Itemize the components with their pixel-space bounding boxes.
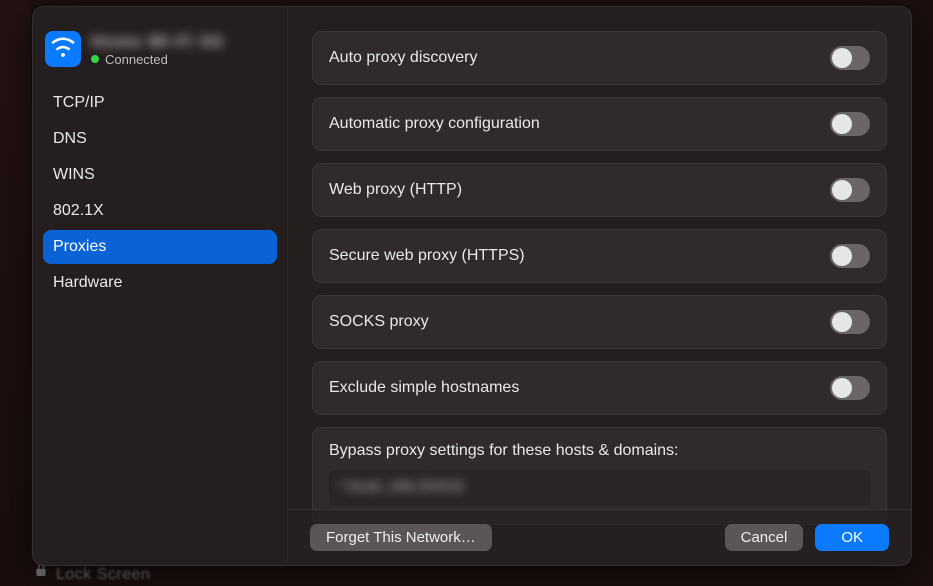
toggle-automatic-proxy-config[interactable] [830,112,870,136]
sidebar: Home Wi-Fi 5G Connected TCP/IP DNS WINS … [33,7,288,565]
row-web-proxy-http: Web proxy (HTTP) [312,163,887,217]
status-label: Connected [105,52,168,67]
toggle-knob-icon [832,378,852,398]
toggle-secure-web-proxy-https[interactable] [830,244,870,268]
row-automatic-proxy-config: Automatic proxy configuration [312,97,887,151]
network-status: Connected [91,52,225,67]
toggle-knob-icon [832,246,852,266]
row-auto-proxy-discovery: Auto proxy discovery [312,31,887,85]
row-label: Web proxy (HTTP) [329,181,462,199]
sidebar-item-proxies[interactable]: Proxies [43,230,277,264]
wifi-icon [45,31,81,67]
toggle-socks-proxy[interactable] [830,310,870,334]
proxy-rows: Auto proxy discovery Automatic proxy con… [312,31,887,525]
background-lock-screen-label: Lock Screen [56,566,150,584]
network-name: Home Wi-Fi 5G [91,32,225,52]
toggle-knob-icon [832,312,852,332]
bypass-label: Bypass proxy settings for these hosts & … [329,442,870,460]
network-header: Home Wi-Fi 5G Connected [43,27,277,81]
row-secure-web-proxy-https: Secure web proxy (HTTPS) [312,229,887,283]
footer-right: Cancel OK [725,524,889,551]
row-label: Automatic proxy configuration [329,115,540,133]
sidebar-item-hardware[interactable]: Hardware [43,266,277,300]
toggle-knob-icon [832,48,852,68]
content-pane: Auto proxy discovery Automatic proxy con… [288,7,911,565]
row-label: SOCKS proxy [329,313,429,331]
toggle-knob-icon [832,114,852,134]
sidebar-item-dns[interactable]: DNS [43,122,277,156]
cancel-button[interactable]: Cancel [725,524,804,551]
status-dot-icon [91,55,99,63]
toggle-exclude-simple-hostnames[interactable] [830,376,870,400]
row-label: Secure web proxy (HTTPS) [329,247,525,265]
ok-button[interactable]: OK [815,524,889,551]
toggle-knob-icon [832,180,852,200]
footer: Forget This Network… Cancel OK [288,509,911,565]
sidebar-item-tcpip[interactable]: TCP/IP [43,86,277,120]
bypass-hosts-value: *.local, 169.254/16 [339,478,463,495]
network-text: Home Wi-Fi 5G Connected [91,32,225,67]
bypass-hosts-field[interactable]: *.local, 169.254/16 [329,470,870,506]
row-exclude-simple-hostnames: Exclude simple hostnames [312,361,887,415]
forget-network-button[interactable]: Forget This Network… [310,524,492,551]
toggle-auto-proxy-discovery[interactable] [830,46,870,70]
background-sidebar-strip [0,0,30,586]
sidebar-item-wins[interactable]: WINS [43,158,277,192]
row-label: Exclude simple hostnames [329,379,519,397]
toggle-web-proxy-http[interactable] [830,178,870,202]
sidebar-item-8021x[interactable]: 802.1X [43,194,277,228]
sidebar-list: TCP/IP DNS WINS 802.1X Proxies Hardware [43,85,277,301]
row-label: Auto proxy discovery [329,49,478,67]
settings-sheet: Home Wi-Fi 5G Connected TCP/IP DNS WINS … [32,6,912,566]
row-socks-proxy: SOCKS proxy [312,295,887,349]
